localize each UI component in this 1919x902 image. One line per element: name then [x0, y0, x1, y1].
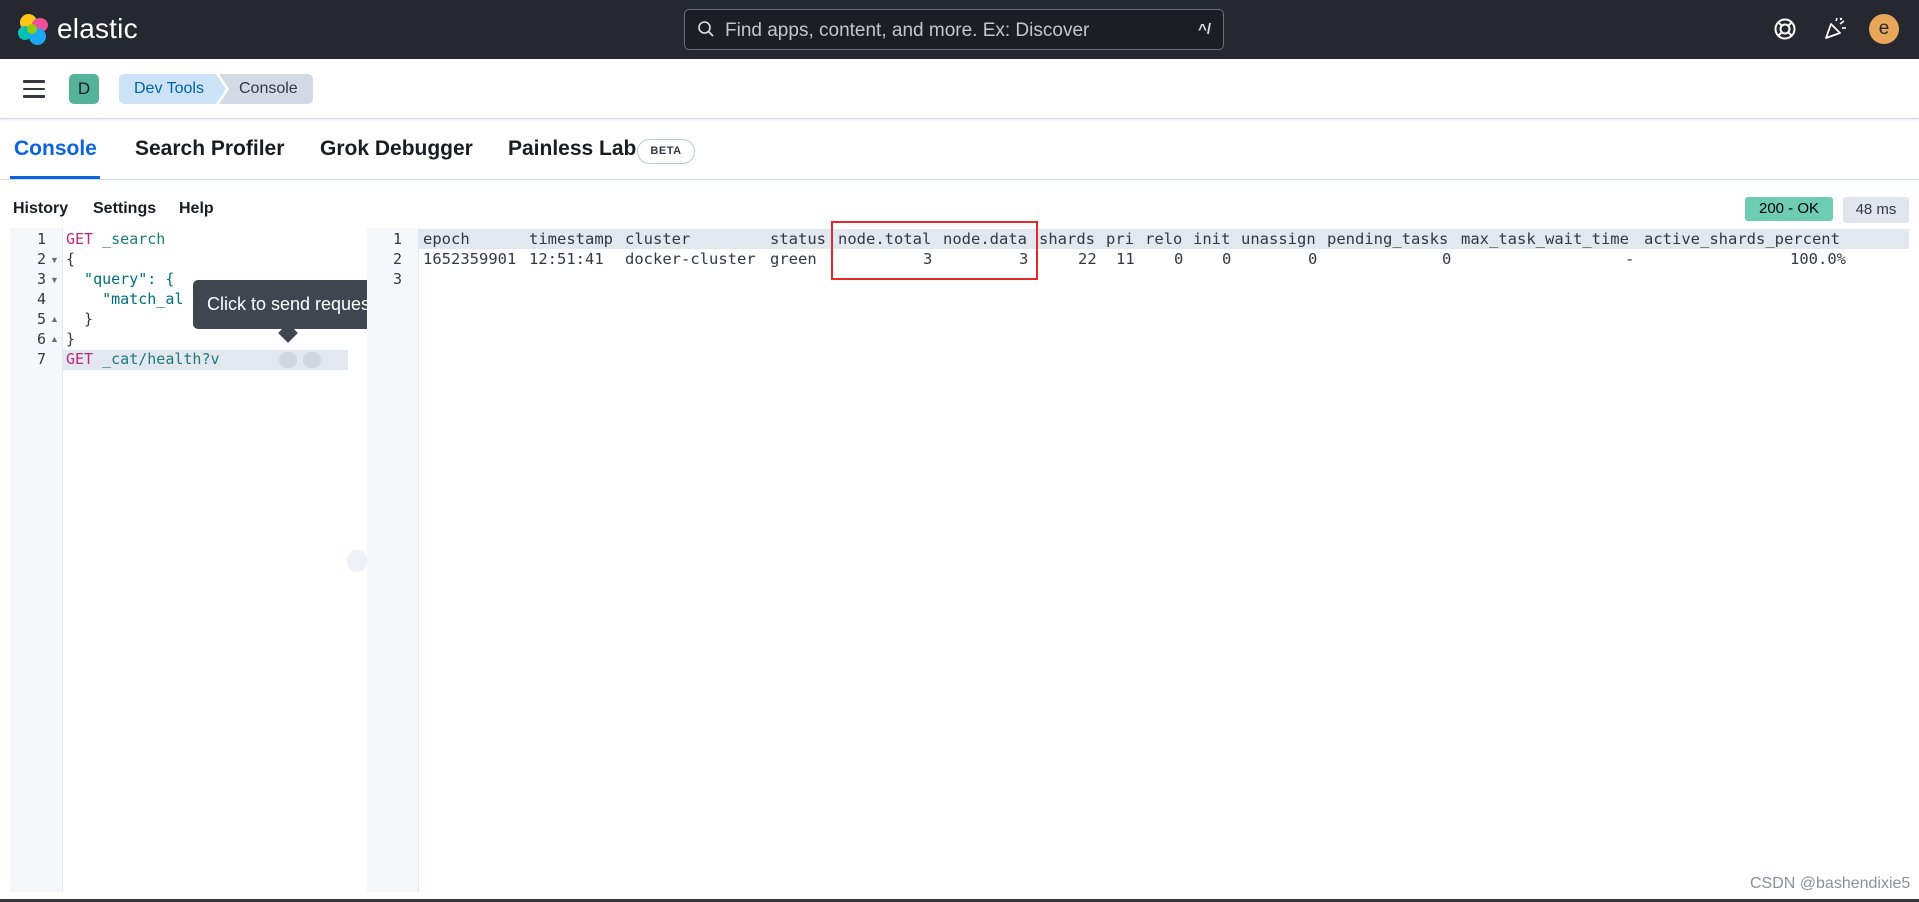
annotation-highlight-box [831, 221, 1038, 280]
status-badge: 200 - OK [1745, 197, 1833, 221]
column-header: pending_tasks [1327, 230, 1449, 248]
tab-search-profiler[interactable]: Search Profiler [135, 137, 284, 161]
line-number: 3 [392, 270, 402, 288]
help-button[interactable]: Help [179, 200, 214, 218]
code-line: } [66, 310, 94, 328]
column-header: shards [1039, 230, 1095, 248]
column-header: max_task_wait_time [1461, 230, 1629, 248]
line-number: 2 [392, 250, 402, 268]
send-request-tooltip: Click to send request [193, 280, 389, 329]
elastic-logo-icon [18, 13, 49, 45]
breadcrumb-console: Console [219, 74, 313, 104]
line-number: 4 [36, 290, 46, 308]
wrench-icon[interactable] [303, 352, 321, 368]
search-shortcut: ^/ [1198, 21, 1211, 38]
table-cell: 1652359901 [423, 250, 517, 268]
table-cell: green [770, 250, 817, 268]
column-header: relo [1145, 230, 1183, 248]
line-number: 3 [36, 270, 46, 288]
column-header: pri [1106, 230, 1134, 248]
code-line: "query": { [66, 270, 175, 288]
logo-text: elastic [57, 13, 138, 44]
global-header: elastic Find apps, content, and more. Ex… [0, 0, 1919, 59]
line-number: 1 [36, 230, 46, 248]
column-header: active_shards_percent [1644, 230, 1840, 248]
column-header: cluster [625, 230, 691, 248]
tab-console[interactable]: Console [14, 137, 97, 161]
fold-close-icon[interactable]: ▲ [50, 314, 59, 324]
search-icon [698, 21, 714, 37]
table-cell: 12:51:41 [529, 250, 604, 268]
history-button[interactable]: History [13, 200, 68, 218]
beta-badge: BETA [637, 139, 695, 164]
table-cell: 0 [1442, 250, 1452, 268]
code-line: GET _cat/health?v [66, 350, 220, 368]
menu-icon[interactable] [23, 80, 45, 98]
table-cell: 0 [1222, 250, 1232, 268]
table-cell: 0 [1308, 250, 1318, 268]
newsfeed-icon[interactable] [1822, 16, 1848, 42]
table-cell: docker-cluster [625, 250, 756, 268]
settings-button[interactable]: Settings [93, 200, 156, 218]
help-icon[interactable] [1772, 16, 1798, 42]
http-method: GET [66, 350, 94, 368]
request-time-badge: 48 ms [1843, 197, 1909, 223]
table-cell: 0 [1174, 250, 1184, 268]
code-line: { [66, 250, 76, 268]
table-cell: 100.0% [1790, 250, 1846, 268]
line-number: 1 [392, 230, 402, 248]
search-placeholder: Find apps, content, and more. Ex: Discov… [725, 20, 1090, 41]
column-header: init [1193, 230, 1231, 248]
global-search-input[interactable]: Find apps, content, and more. Ex: Discov… [684, 9, 1224, 50]
panel-resizer[interactable] [347, 550, 367, 572]
column-header: status [770, 230, 826, 248]
line-number: 2 [36, 250, 46, 268]
line-number: 5 [36, 310, 46, 328]
request-path: _cat/health?v [102, 350, 220, 368]
code-line: "match_al [66, 290, 184, 308]
breadcrumb-dev-tools[interactable]: Dev Tools [119, 74, 226, 104]
code-line: GET _search [66, 230, 165, 248]
fold-close-icon[interactable]: ▲ [50, 334, 59, 344]
column-header: timestamp [529, 230, 613, 248]
fold-open-icon[interactable]: ▼ [50, 275, 59, 285]
line-number: 6 [36, 330, 46, 348]
space-avatar[interactable]: D [69, 74, 99, 104]
response-gutter [367, 228, 419, 892]
column-header: unassign [1241, 230, 1316, 248]
http-method: GET [66, 230, 94, 248]
tab-grok-debugger[interactable]: Grok Debugger [320, 137, 473, 161]
request-path: _search [102, 230, 166, 248]
active-tab-indicator [10, 176, 100, 179]
table-cell: - [1625, 250, 1635, 268]
app-navbar: D Dev Tools Console [0, 59, 1919, 119]
dev-tools-tabs: Console Search Profiler Grok Debugger Pa… [0, 119, 1919, 180]
elastic-logo[interactable]: elastic [18, 13, 138, 45]
watermark: CSDN @bashendixie5 [1750, 875, 1911, 892]
fold-open-icon[interactable]: ▼ [50, 255, 59, 265]
send-request-icon[interactable] [279, 352, 297, 368]
user-avatar[interactable]: e [1869, 14, 1899, 44]
tab-painless-lab[interactable]: Painless Lab [508, 137, 636, 161]
table-cell: 11 [1116, 250, 1135, 268]
column-header: epoch [423, 230, 470, 248]
code-line: } [66, 330, 76, 348]
line-number: 7 [36, 350, 46, 368]
table-cell: 22 [1078, 250, 1097, 268]
